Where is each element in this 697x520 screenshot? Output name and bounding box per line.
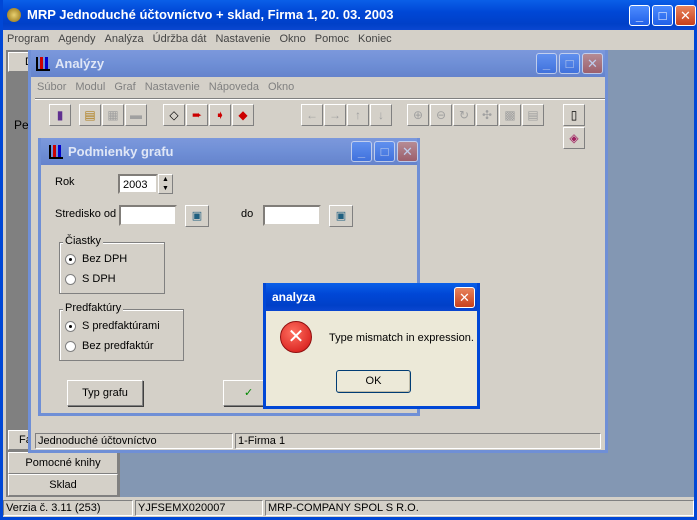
arrow-up-icon[interactable]: ↑ — [347, 104, 369, 126]
table-icon[interactable]: ▤ — [522, 104, 544, 126]
radio-s-dph[interactable]: S DPH — [65, 273, 116, 285]
analyzy-menubar: Súbor Modul Graf Nastavenie Nápoveda Okno — [37, 79, 303, 95]
rok-spinner[interactable]: ▲ ▼ — [158, 174, 173, 194]
analyzy-maximize-button[interactable]: □ — [559, 53, 580, 74]
analyzy-status-module: Jednoduché účtovníctvo — [35, 433, 233, 449]
zoom-in-icon[interactable]: ⊕ — [407, 104, 429, 126]
save-icon[interactable]: ▦ — [102, 104, 124, 126]
menu-analyza[interactable]: Analýza — [105, 33, 144, 45]
predfaktury-label: Predfaktúry — [63, 302, 124, 314]
main-statusbar: Verzia č. 3.11 (253) YJFSEMX020007 MRP-C… — [3, 499, 694, 517]
analyzy-titlebar[interactable]: Analýzy _ □ ✕ — [31, 50, 605, 77]
podmienky-close-button[interactable]: ✕ — [397, 141, 418, 162]
menu-agendy[interactable]: Agendy — [58, 33, 95, 45]
sidebar-text-pe: Pe — [14, 118, 29, 132]
status-serial: YJFSEMX020007 — [135, 500, 263, 516]
analyzy-status-firma: 1-Firma 1 — [235, 433, 601, 449]
menu-graf[interactable]: Graf — [114, 81, 135, 93]
menu-modul[interactable]: Modul — [75, 81, 105, 93]
menu-program[interactable]: Program — [7, 33, 49, 45]
main-menubar: Program Agendy Analýza Údržba dát Nastavenie… — [7, 31, 401, 48]
open-icon[interactable]: ▤ — [79, 104, 101, 126]
podmienky-title: Podmienky grafu — [68, 144, 174, 159]
sidebar-button-sklad[interactable]: Sklad — [8, 474, 118, 496]
stredisko-label: Stredisko od — [55, 208, 117, 220]
msgbox-close-button[interactable]: ✕ — [454, 287, 475, 308]
rok-input[interactable]: 2003 — [118, 174, 158, 194]
import-icon[interactable]: ➧ — [209, 104, 231, 126]
arrow-down-icon[interactable]: ↓ — [370, 104, 392, 126]
msgbox-titlebar[interactable]: analyza ✕ — [266, 283, 477, 311]
close-button[interactable]: ✕ — [675, 5, 696, 26]
sidebar-button-pomocne-knihy[interactable]: Pomocné knihy — [8, 452, 118, 474]
menu-nastavenie[interactable]: Nastavenie — [215, 33, 270, 45]
print-icon[interactable]: ▬ — [125, 104, 147, 126]
menu-okno[interactable]: Okno — [280, 33, 306, 45]
stredisko-od-input[interactable] — [119, 205, 177, 226]
status-company: MRP-COMPANY SPOL S R.O. — [265, 500, 694, 516]
arrow-left-icon[interactable]: ← — [301, 104, 323, 126]
analyzy-statusbar: Jednoduché účtovníctvo 1-Firma 1 — [31, 432, 605, 450]
main-title: MRP Jednoduché účtovníctvo + sklad, Firm… — [27, 7, 394, 22]
menu-koniec[interactable]: Koniec — [358, 33, 392, 45]
radio-dot — [65, 320, 76, 332]
podmienky-maximize-button[interactable]: □ — [374, 141, 395, 162]
podmienky-titlebar[interactable]: Podmienky grafu _ □ ✕ — [41, 138, 418, 165]
rok-label: Rok — [55, 176, 75, 188]
bar-chart-icon — [36, 57, 50, 71]
page-icon[interactable]: ▯ — [563, 104, 585, 126]
error-icon: ✕ — [280, 321, 312, 353]
analyzy-title: Analýzy — [55, 56, 105, 71]
zoom-out-icon[interactable]: ⊖ — [430, 104, 452, 126]
predfaktury-group — [59, 309, 184, 361]
msgbox-message: Type mismatch in expression. — [329, 332, 474, 344]
msgbox-ok-button[interactable]: OK — [336, 370, 411, 393]
arrow-right-icon[interactable]: → — [324, 104, 346, 126]
tools-icon[interactable]: ✣ — [476, 104, 498, 126]
typ-grafu-button[interactable]: Typ grafu — [67, 380, 143, 406]
clear-icon[interactable]: ◆ — [232, 104, 254, 126]
radio-dot — [65, 340, 76, 352]
minimize-button[interactable]: _ — [629, 5, 650, 26]
radio-dot — [65, 253, 76, 265]
menu-napoveda[interactable]: Nápoveda — [209, 81, 259, 93]
eraser-icon[interactable]: ◇ — [163, 104, 185, 126]
analyzy-minimize-button[interactable]: _ — [536, 53, 557, 74]
ciastky-group — [59, 242, 165, 294]
analyzy-close-button[interactable]: ✕ — [582, 53, 603, 74]
menu-pomoc[interactable]: Pomoc — [315, 33, 349, 45]
status-version: Verzia č. 3.11 (253) — [3, 500, 133, 516]
podmienky-minimize-button[interactable]: _ — [351, 141, 372, 162]
main-titlebar[interactable]: MRP Jednoduché účtovníctvo + sklad, Firm… — [3, 0, 696, 30]
radio-s-predfakturami[interactable]: S predfaktúrami — [65, 320, 160, 332]
radio-bez-dph[interactable]: Bez DPH — [65, 253, 127, 265]
error-msgbox: analyza ✕ ✕ Type mismatch in expression.… — [263, 283, 480, 409]
stredisko-do-input[interactable] — [263, 205, 321, 226]
menu-subor[interactable]: Súbor — [37, 81, 66, 93]
radio-dot — [65, 273, 76, 285]
rotate-icon[interactable]: ↻ — [453, 104, 475, 126]
msgbox-title: analyza — [272, 290, 316, 304]
menu-okno-a[interactable]: Okno — [268, 81, 294, 93]
book-icon[interactable]: ◈ — [563, 127, 585, 149]
chart-icon — [49, 145, 63, 159]
report-icon[interactable]: ▮ — [49, 104, 71, 126]
radio-bez-predfaktur[interactable]: Bez predfaktúr — [65, 340, 154, 352]
stredisko-do-lookup-icon[interactable]: ▣ — [329, 205, 353, 227]
app-icon — [7, 8, 21, 22]
menu-udrzba[interactable]: Údržba dát — [153, 33, 207, 45]
menu-nastavenie-a[interactable]: Nastavenie — [145, 81, 200, 93]
do-label: do — [241, 208, 254, 220]
ciastky-label: Čiastky — [63, 235, 104, 247]
export-icon[interactable]: ➨ — [186, 104, 208, 126]
stredisko-od-lookup-icon[interactable]: ▣ — [185, 205, 209, 227]
grid-icon[interactable]: ▩ — [499, 104, 521, 126]
maximize-button[interactable]: □ — [652, 5, 673, 26]
